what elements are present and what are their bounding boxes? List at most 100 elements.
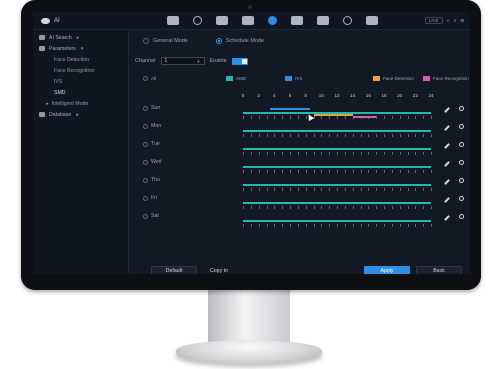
hour-tick (282, 170, 284, 173)
legend-item-face-detection[interactable]: Face Detection (373, 76, 414, 81)
schedule-mode-radio[interactable]: Schedule Mode (215, 38, 264, 44)
playback-icon[interactable] (193, 16, 202, 25)
day-timeline[interactable] (243, 108, 432, 119)
sidebar-item-ivs[interactable]: IVS (33, 76, 128, 87)
row-actions (444, 178, 464, 185)
day-select[interactable]: Fri (143, 195, 157, 201)
gear-icon[interactable] (459, 178, 464, 183)
screen: AI LIVE A 2 ⊞ AI Search ▸ Parameters ▾ Face Det… (33, 12, 470, 274)
sidebar-item-ai-search[interactable]: AI Search ▸ (33, 32, 128, 43)
ai-icon[interactable] (268, 16, 277, 25)
schedule-segment-smd[interactable] (243, 202, 431, 204)
back-button[interactable]: Back (416, 266, 462, 274)
apply-button[interactable]: Apply (364, 266, 410, 274)
enable-toggle[interactable] (231, 57, 248, 65)
sidebar-item-face-detection[interactable]: Face Detection (33, 54, 128, 65)
day-timeline[interactable] (243, 146, 432, 155)
sidebar-item-intelligent-mode[interactable]: ▸ Intelligent Mode (33, 98, 128, 109)
row-actions (444, 124, 464, 131)
day-select[interactable]: Sat (143, 213, 159, 219)
sidebar-item-database[interactable]: Database ▸ (33, 109, 128, 120)
day-timeline[interactable] (243, 182, 432, 191)
schedule-segment-face-recognition[interactable] (352, 116, 377, 118)
gear-icon[interactable] (459, 106, 464, 111)
day-label-text: Sun (151, 105, 161, 111)
day-select[interactable]: Mon (143, 123, 161, 129)
day-timeline[interactable] (243, 218, 432, 227)
monitor-stand-neck (208, 290, 290, 346)
sidebar-item-label: Database (49, 111, 72, 118)
hour-tick (368, 224, 370, 227)
hour-tick (376, 170, 378, 173)
hour-tick (274, 170, 276, 173)
select-all-checkbox[interactable]: All (143, 76, 156, 81)
day-select[interactable]: Thu (143, 177, 160, 183)
channel-select[interactable]: 1 ▼ (160, 57, 205, 65)
schedule-segment-smd[interactable] (243, 184, 431, 186)
day-label-text: Mon (151, 123, 162, 129)
pencil-icon[interactable] (444, 197, 450, 203)
pencil-icon[interactable] (444, 161, 450, 167)
sidebar-item-face-recognition[interactable]: Face Recognition (33, 65, 128, 76)
hour-tick (250, 170, 252, 173)
pencil-icon[interactable] (444, 215, 450, 221)
pencil-icon[interactable] (444, 107, 450, 113)
day-timeline[interactable] (243, 128, 432, 137)
day-row-tue: Tue (143, 141, 468, 159)
pencil-icon[interactable] (444, 143, 450, 149)
legend-item-face-recognition[interactable]: Face Recognition (423, 76, 469, 81)
camera-icon[interactable] (291, 16, 303, 25)
day-timeline[interactable] (243, 164, 432, 173)
legend-item-smd[interactable]: SMD (226, 76, 246, 81)
pencil-icon[interactable] (444, 179, 450, 185)
status-chip-0[interactable]: LIVE (424, 17, 443, 24)
hour-tick (258, 224, 260, 227)
hour-tick (407, 206, 409, 209)
sidebar-item-smd[interactable]: SMD (33, 87, 128, 98)
storage-icon[interactable] (216, 16, 228, 25)
status-chip-2[interactable]: 2 (454, 18, 457, 23)
day-select[interactable]: Tue (143, 141, 160, 147)
gear-icon[interactable] (459, 142, 464, 147)
day-timeline[interactable] (243, 200, 432, 209)
sync-icon[interactable] (317, 16, 329, 25)
display-icon[interactable] (343, 16, 352, 25)
schedule-segment-smd[interactable] (243, 166, 431, 168)
home-icon[interactable] (167, 16, 179, 25)
status-chip-1[interactable]: A (447, 18, 450, 23)
ai-logo-icon (41, 17, 50, 24)
pencil-icon[interactable] (444, 125, 450, 131)
schedule-segment-face-detection[interactable] (313, 114, 353, 116)
copy-to-button[interactable]: Copy to (199, 266, 239, 274)
radio-dot (215, 38, 222, 44)
day-select[interactable]: Wed (143, 159, 162, 165)
headset-icon[interactable] (366, 16, 378, 25)
gear-icon[interactable] (459, 214, 464, 219)
day-select[interactable]: Sun (143, 105, 160, 111)
legend-item-ivs[interactable]: IVS (285, 76, 302, 81)
monitor-chin (21, 276, 481, 290)
hour-tick (329, 116, 331, 119)
hour-tick (266, 188, 268, 191)
hour-tick (266, 206, 268, 209)
schedule-segment-ivs[interactable] (270, 108, 310, 110)
gear-icon[interactable] (459, 196, 464, 201)
radio-dot (143, 38, 149, 44)
general-mode-radio[interactable]: General Mode (143, 38, 188, 44)
hour-tick-label: 10 (318, 93, 324, 98)
gear-icon[interactable] (459, 124, 464, 129)
status-chip-3[interactable]: ⊞ (460, 18, 464, 24)
day-row-wed: Wed (143, 159, 468, 177)
schedule-segment-smd[interactable] (243, 130, 431, 132)
sidebar-item-parameters[interactable]: Parameters ▾ (33, 43, 128, 54)
smd-schedule-panel: General Mode Schedule Mode Channel 1 ▼ E… (129, 30, 470, 274)
hour-ticks (243, 116, 432, 119)
hour-tick (337, 152, 338, 155)
default-button[interactable]: Default (151, 266, 197, 274)
sidebar-group-icon (39, 112, 45, 117)
schedule-segment-smd[interactable] (243, 220, 431, 222)
schedule-segment-smd[interactable] (243, 148, 431, 150)
gear-icon[interactable] (459, 160, 464, 165)
face-icon[interactable] (242, 16, 254, 25)
chevron-down-icon: ▼ (196, 58, 201, 64)
